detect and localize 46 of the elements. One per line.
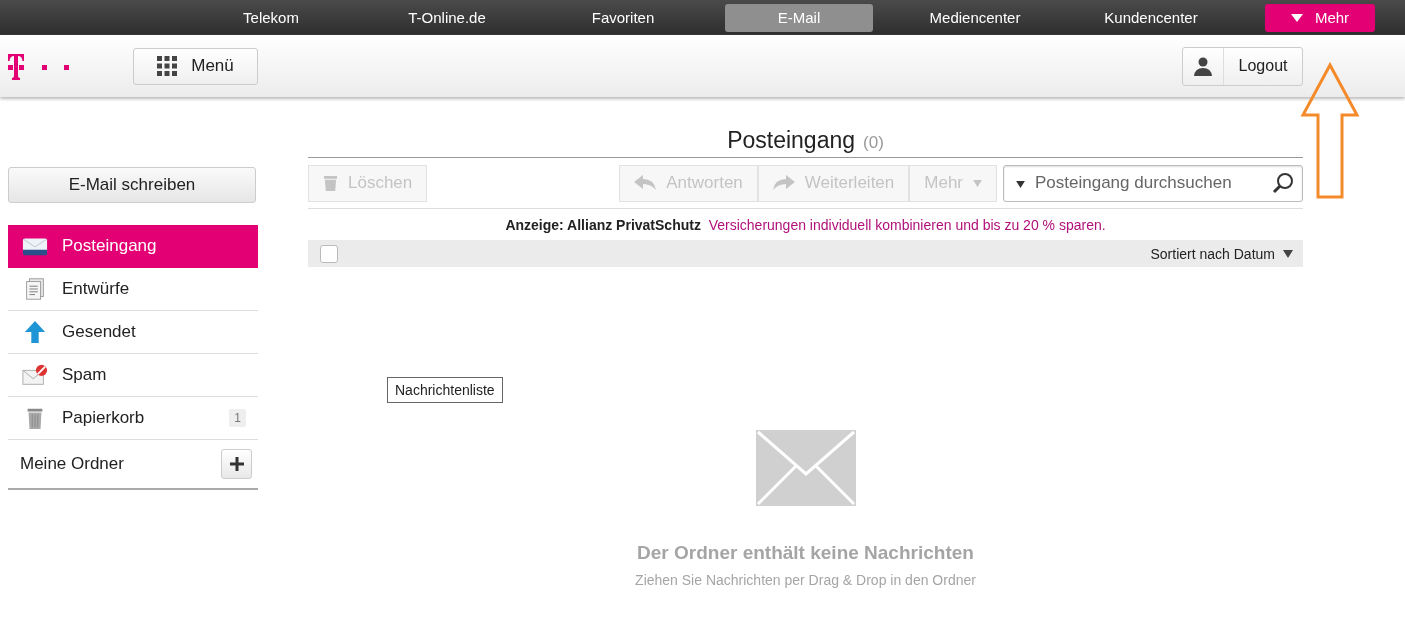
unread-count: 1 xyxy=(229,409,246,427)
folder-item[interactable]: Posteingang xyxy=(8,225,258,268)
tooltip: Nachrichtenliste xyxy=(387,377,503,403)
empty-state-title: Der Ordner enthält keine Nachrichten xyxy=(637,542,974,564)
my-folders-label: Meine Ordner xyxy=(20,454,124,474)
folder-title: Posteingang xyxy=(727,127,856,154)
ad-link[interactable]: Versicherungen individuell kombinieren und bis zu 20 % sparen. xyxy=(708,217,1106,233)
grid-icon xyxy=(157,56,178,76)
caret-icon[interactable] xyxy=(1016,180,1025,188)
caret-icon xyxy=(973,179,982,187)
nav-tab[interactable]: Kundencenter xyxy=(1077,3,1225,32)
forward-arrow-icon xyxy=(772,175,795,191)
envelope-icon xyxy=(755,430,856,506)
folder-item[interactable]: Papierkorb 1 xyxy=(8,397,258,440)
more-dropdown-button[interactable]: Mehr xyxy=(1265,3,1375,32)
folder-label: Posteingang xyxy=(62,236,158,256)
ad-text: Anzeige: Allianz PrivatSchutz Versicherungen individuell kombinieren und bis zu 20 % sparen. xyxy=(504,216,1107,235)
trash-icon xyxy=(323,174,338,192)
message-count: (0) xyxy=(863,133,884,153)
search-field[interactable]: Posteingang durchsuchen xyxy=(1003,164,1303,202)
folder-label: Entwürfe xyxy=(62,279,131,299)
select-all-checkbox[interactable] xyxy=(320,244,338,263)
nav-tab[interactable]: Telekom xyxy=(197,3,345,32)
empty-state-hint: Ziehen Sie Nachrichten per Drag & Drop in den Ordner xyxy=(635,572,976,588)
folder-item[interactable]: Gesendet xyxy=(8,311,258,354)
folder-item[interactable]: Entwürfe xyxy=(8,268,258,311)
menu-button[interactable]: Menü xyxy=(133,47,258,85)
reply-arrow-icon xyxy=(634,175,657,191)
plus-icon xyxy=(228,456,245,472)
nav-tab[interactable]: Mediencenter xyxy=(901,3,1049,32)
search-icon[interactable] xyxy=(1272,171,1294,194)
compose-email-button[interactable]: E-Mail schreiben xyxy=(8,167,256,203)
blocked-envelope-icon xyxy=(22,363,48,387)
up-arrow-icon xyxy=(22,320,48,344)
folder-label: Spam xyxy=(62,365,108,385)
sort-dropdown[interactable]: Sortiert nach Datum xyxy=(1150,245,1275,262)
add-folder-button[interactable] xyxy=(221,449,252,479)
folder-label: Papierkorb xyxy=(62,408,146,428)
nav-tab[interactable]: T-Online.de xyxy=(373,3,521,32)
caret-icon xyxy=(1290,13,1303,22)
nav-tab[interactable]: Favoriten xyxy=(549,3,697,32)
up-arrow-annotation-icon xyxy=(1300,62,1360,200)
logo-icon xyxy=(8,51,72,81)
folder-item[interactable]: Spam xyxy=(8,354,258,397)
caret-icon[interactable] xyxy=(1283,249,1293,258)
folder-label: Gesendet xyxy=(62,322,137,342)
